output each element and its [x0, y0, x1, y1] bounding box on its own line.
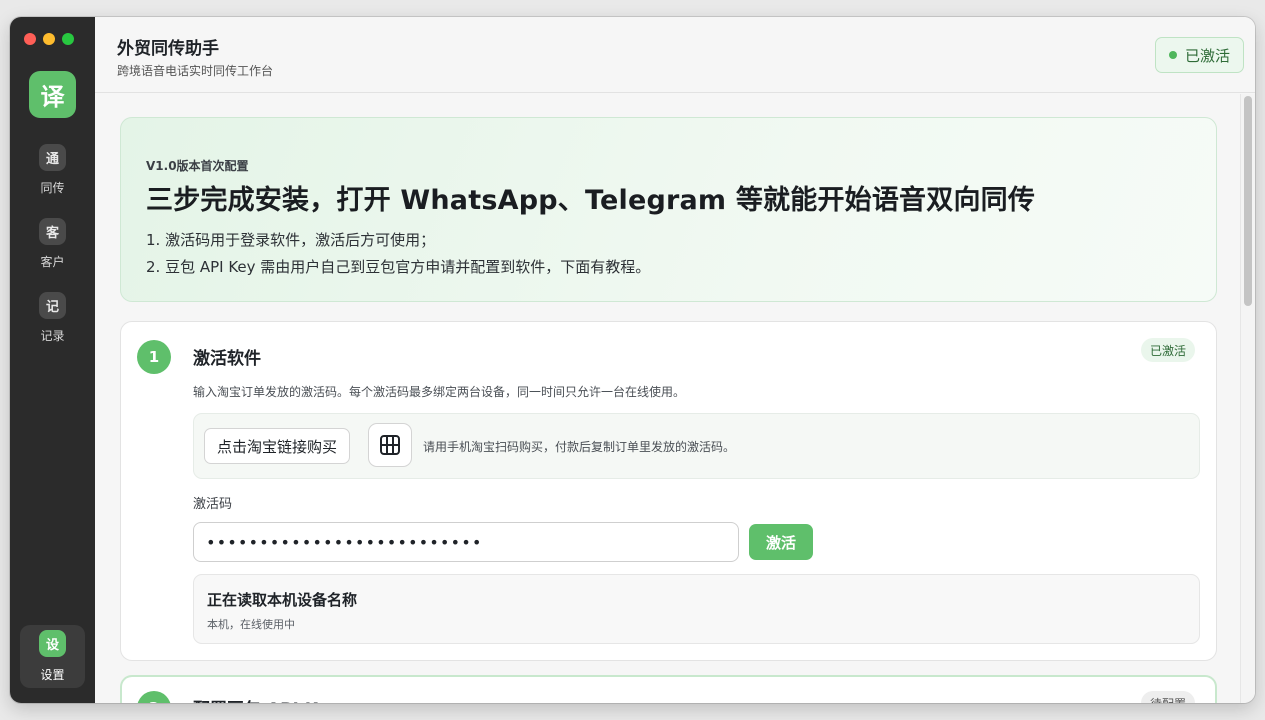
records-icon: 记 [39, 292, 66, 319]
sidebar-item-records[interactable]: 记 记录 [10, 292, 95, 344]
banner-line: 1. 激活码用于登录软件，激活后方可使用； [146, 231, 436, 249]
step-title: 配置豆包 API K [193, 695, 318, 703]
activate-button[interactable]: 激活 [749, 524, 813, 560]
step-title: 激活软件 [193, 349, 261, 369]
step-number: 2 [137, 691, 171, 703]
sidebar: 译 通 同传 客 客户 记 记录 设 设置 [10, 17, 95, 703]
top-header: 外贸同传助手 跨境语音电话实时同传工作台 已激活 [95, 17, 1255, 93]
step-status-badge: 已激活 [1140, 338, 1195, 362]
zoom-window-button[interactable] [62, 33, 74, 45]
banner-title: 三步完成安装，打开 WhatsApp、Telegram 等就能开始语音双向同传 [146, 185, 1036, 216]
device-name: 正在读取本机设备名称 [207, 591, 358, 609]
main-scrollbar[interactable] [1240, 94, 1255, 703]
sidebar-item-label: 客户 [40, 255, 65, 269]
step-number: 1 [137, 340, 171, 374]
purchase-hint: 请用手机淘宝扫码购买，付款后复制订单里发放的激活码。 [423, 440, 736, 454]
status-dot-icon [1168, 51, 1177, 59]
activation-code-input[interactable] [193, 522, 739, 562]
app-title: 外贸同传助手 [117, 39, 219, 59]
close-window-button[interactable] [24, 33, 36, 45]
purchase-panel: 点击淘宝链接购买 请用手机淘宝扫码购买，付款后复制订单里发放的激活码。 [193, 413, 1200, 479]
qr-grid-icon-svg [380, 435, 400, 455]
device-status: 本机，在线使用中 [207, 618, 295, 631]
banner-line: 2. 豆包 API Key 需由用户自己到豆包官方申请并配置到软件，下面有教程。 [146, 258, 651, 276]
taobao-buy-button[interactable]: 点击淘宝链接购买 [204, 428, 351, 464]
app-subtitle: 跨境语音电话实时同传工作台 [117, 64, 274, 78]
sidebar-item-interpret[interactable]: 通 同传 [10, 144, 95, 196]
intro-banner: V1.0版本首次配置 三步完成安装，打开 WhatsApp、Telegram 等… [120, 117, 1217, 302]
scrollbar-thumb[interactable] [1244, 96, 1252, 306]
minimize-window-button[interactable] [43, 33, 55, 45]
version-label: V1.0版本首次配置 [146, 159, 249, 173]
status-text: 已激活 [1184, 46, 1230, 65]
sidebar-item-label: 记录 [40, 329, 65, 343]
device-info-panel: 正在读取本机设备名称 本机，在线使用中 [193, 574, 1200, 644]
activation-code-label: 激活码 [193, 497, 233, 512]
settings-icon: 设 [39, 630, 66, 657]
activation-status-badge: 已激活 [1154, 37, 1244, 73]
step-description: 输入淘宝订单发放的激活码。每个激活码最多绑定两台设备，同一时间只允许一台在线使用… [193, 385, 686, 399]
sidebar-item-label: 同传 [40, 181, 65, 195]
main-content: V1.0版本首次配置 三步完成安装，打开 WhatsApp、Telegram 等… [95, 94, 1240, 703]
step-activate-card: 1 激活软件 已激活 输入淘宝订单发放的激活码。每个激活码最多绑定两台设备，同一… [120, 321, 1217, 661]
customers-icon: 客 [39, 218, 66, 245]
step-status-badge: 待配置 [1140, 691, 1195, 703]
qr-grid-icon[interactable] [368, 423, 412, 467]
sidebar-item-customers[interactable]: 客 客户 [10, 218, 95, 270]
window-controls [24, 33, 74, 45]
interpret-icon: 通 [39, 144, 66, 171]
sidebar-item-settings[interactable]: 设 设置 [20, 625, 85, 688]
app-window: 译 通 同传 客 客户 记 记录 设 设置 外贸同传助手 跨境语音电话实时同传工… [10, 17, 1255, 703]
step-api-key-card: 2 配置豆包 API K 待配置 [120, 675, 1217, 703]
app-logo: 译 [29, 71, 76, 118]
sidebar-item-label: 设置 [40, 668, 65, 682]
